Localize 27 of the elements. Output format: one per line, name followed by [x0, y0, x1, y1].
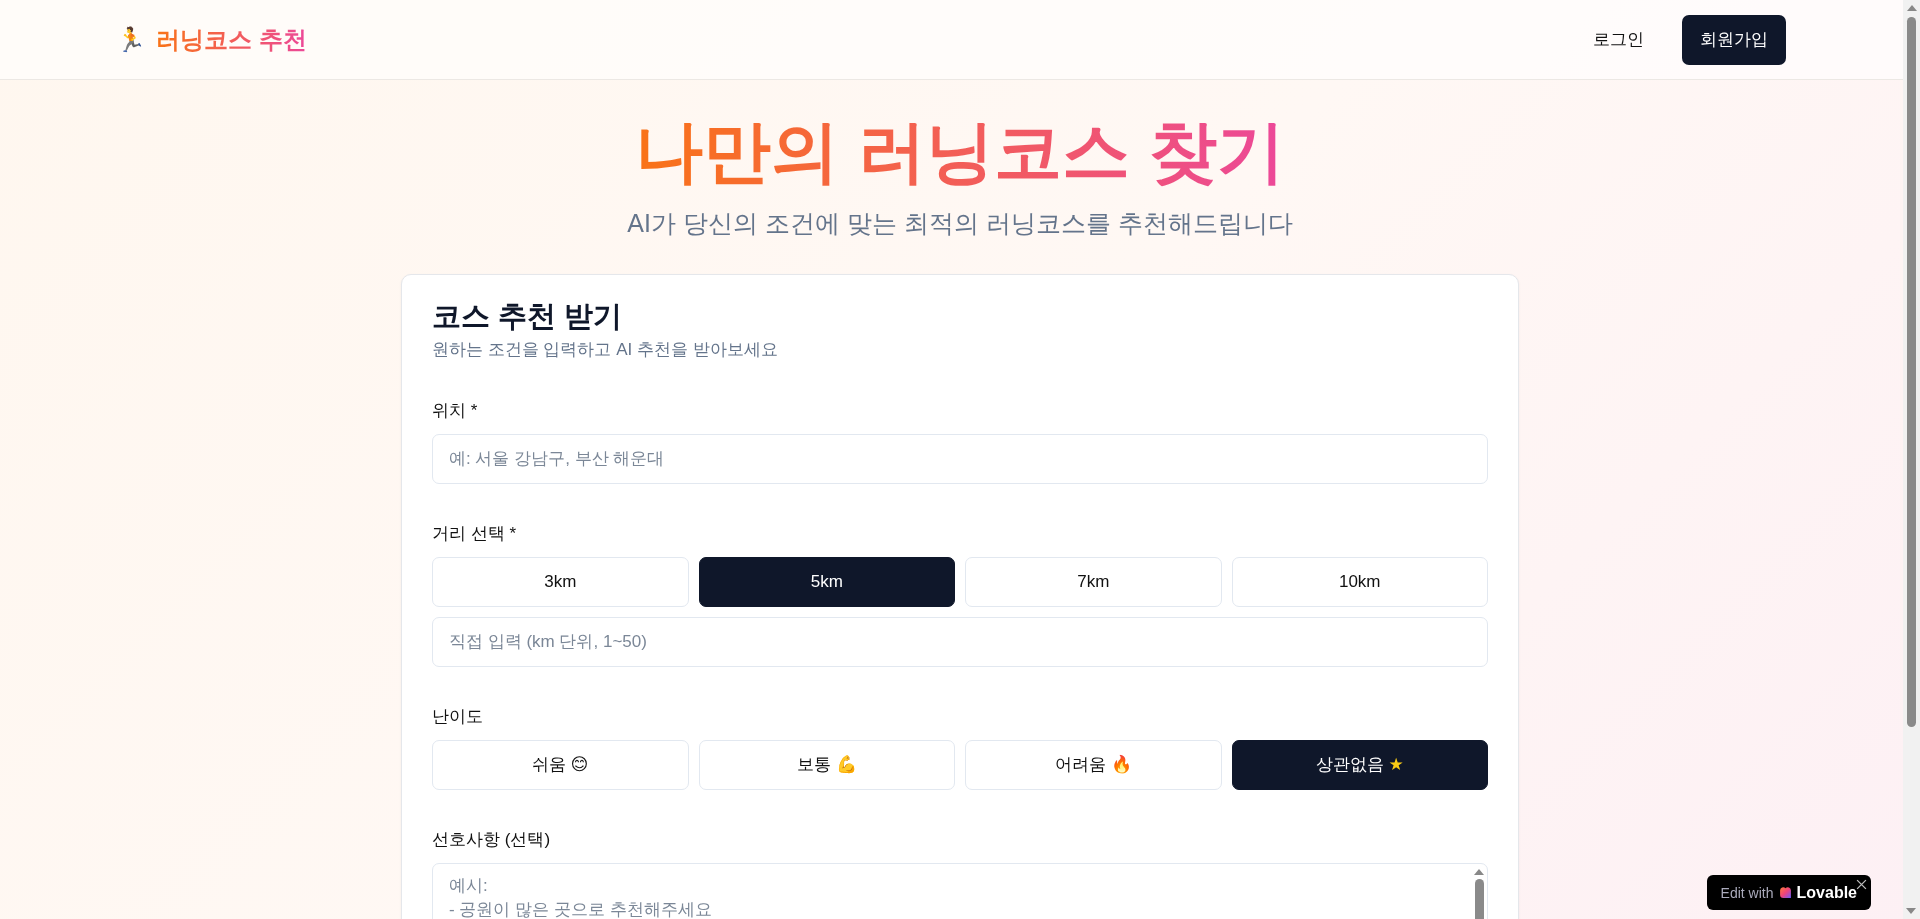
- page-scrollbar[interactable]: [1903, 0, 1920, 919]
- difficulty-option[interactable]: 상관없음 ★: [1231, 739, 1488, 790]
- runner-icon: 🏃: [116, 27, 146, 52]
- difficulty-option[interactable]: 보통 💪: [698, 739, 955, 790]
- heart-icon: [1778, 886, 1792, 899]
- close-icon[interactable]: [1856, 879, 1867, 890]
- card-title: 코스 추천 받기: [432, 298, 624, 334]
- hero-subtitle: AI가 당신의 조건에 맞는 최적의 러닝코스를 추천해드립니다: [627, 207, 1293, 239]
- login-button[interactable]: 로그인: [1579, 18, 1658, 61]
- distance-input-field[interactable]: 직접 입력 (km 단위, 1~50): [432, 616, 1488, 667]
- location-field[interactable]: 예: 서울 강남구, 부산 해운대: [432, 433, 1488, 484]
- signup-button[interactable]: 회원가입: [1682, 14, 1786, 65]
- edit-badge[interactable]: Edit with Lovable: [1706, 875, 1871, 910]
- difficulty-option[interactable]: 쉬움 😊: [432, 739, 689, 790]
- field-label: 위치 *: [432, 399, 479, 422]
- field-label: 거리 선택 *: [432, 522, 518, 545]
- preferences-field[interactable]: 예시: - 공원이 많은 곳으로 추천해주세요: [432, 862, 1488, 919]
- card-subtitle: 원하는 조건을 입력하고 AI 추천을 받아보세요: [432, 338, 779, 361]
- distance-option[interactable]: 10km: [1231, 556, 1488, 607]
- badge-prefix: Edit with: [1720, 884, 1774, 901]
- distance-option[interactable]: 3km: [432, 556, 689, 607]
- badge-brand: Lovable: [1796, 883, 1857, 902]
- field-label: 난이도: [432, 705, 484, 728]
- distance-option[interactable]: 7km: [965, 556, 1222, 607]
- difficulty-option[interactable]: 어려움 🔥: [965, 739, 1222, 790]
- distance-option[interactable]: 5km: [698, 556, 955, 607]
- field-label: 선호사항 (선택): [432, 828, 552, 851]
